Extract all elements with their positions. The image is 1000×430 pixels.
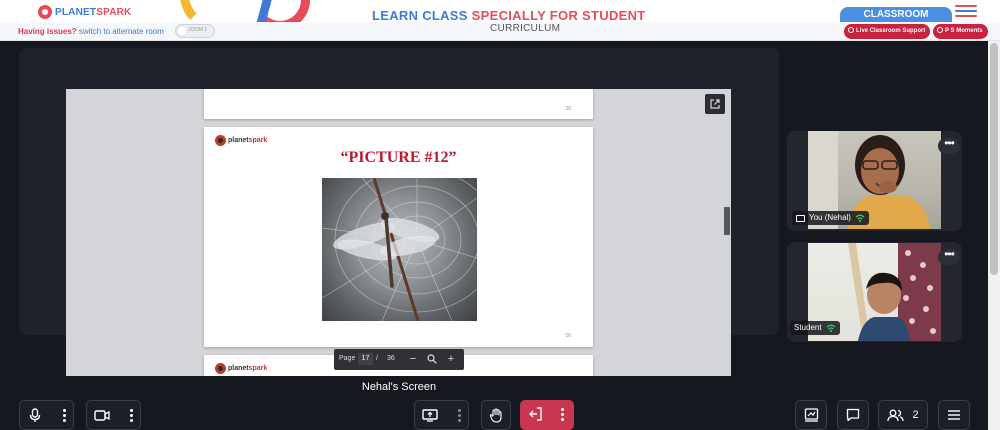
menu-icon[interactable]: [939, 401, 969, 429]
pager-label: Page: [339, 355, 356, 362]
picture-title: “PICTURE #12”: [340, 149, 457, 166]
screen-share-control: [414, 400, 469, 430]
pager-total: 36: [387, 355, 395, 362]
planetspark-logo-icon: [215, 363, 226, 374]
page-number: 16: [565, 333, 571, 339]
decorative-arc: [180, 0, 250, 22]
document-page-previous: 15: [204, 89, 593, 119]
page-logo-left: planet: [228, 137, 249, 144]
chat-control: [837, 400, 869, 430]
logo-text-left: PLANET: [55, 6, 97, 18]
participants-control: 2: [878, 400, 928, 430]
issues-question: Having issues?: [18, 27, 77, 36]
logo-text-right: SPARK: [96, 6, 132, 18]
document-viewer[interactable]: 15 planetspark “PICTURE #12” 16 planetsp…: [66, 89, 731, 376]
screen-share-icon: [796, 214, 805, 222]
microphone-icon[interactable]: [20, 401, 50, 429]
people-icon: [887, 409, 905, 421]
page-logo: planetspark: [215, 363, 267, 374]
live-classroom-support-button[interactable]: Live Classroom Support: [844, 24, 931, 39]
page-logo-right: spark: [248, 137, 268, 144]
scrollbar-thumb[interactable]: [990, 43, 998, 275]
support-icon: [848, 27, 854, 33]
dragonfly-photo: [322, 178, 477, 321]
wifi-icon: [826, 324, 835, 332]
sub-header: Having issues? switch to alternate room …: [0, 22, 1000, 41]
share-options-button[interactable]: [449, 401, 469, 429]
chat-icon[interactable]: [838, 401, 868, 429]
room-toggle[interactable]: ZOOM 1: [175, 24, 215, 38]
curriculum-label: CURRICULUM: [490, 23, 561, 34]
whiteboard-icon[interactable]: [796, 401, 826, 429]
moments-icon: [937, 27, 943, 33]
zoom-icon[interactable]: [425, 352, 439, 366]
camera-icon[interactable]: [87, 401, 117, 429]
page-logo: planetspark: [215, 135, 267, 146]
page-number-input[interactable]: 17: [358, 353, 373, 365]
page-navigator: Page 17 / 36 − +: [334, 349, 464, 370]
page-number: 15: [565, 106, 571, 112]
wifi-icon: [855, 214, 865, 222]
raise-hand-icon[interactable]: [482, 401, 510, 429]
toggle-knob: [177, 26, 187, 36]
issues-notice: Having issues? switch to alternate room: [18, 27, 164, 36]
page-logo-right: spark: [248, 365, 268, 372]
more-vertical-icon: [560, 407, 564, 421]
top-header: PLANETSPARK LEARN CLASS SPECIALLY FOR ST…: [0, 0, 1000, 22]
camera-options-button[interactable]: [121, 401, 141, 429]
logo-icon: [38, 5, 52, 19]
more-options-icon[interactable]: •••: [938, 137, 960, 154]
participant-name: Student: [794, 323, 822, 332]
screen-share-label: Nehal's Screen: [361, 381, 437, 393]
zoom-in-button[interactable]: +: [444, 352, 458, 366]
hamburger-icon[interactable]: [955, 5, 977, 19]
whiteboard-control: [795, 400, 827, 430]
planetspark-logo[interactable]: PLANETSPARK: [38, 5, 131, 19]
microphone-control: [19, 400, 74, 430]
screen-share-icon[interactable]: [415, 401, 445, 429]
participant-count: 2: [912, 409, 919, 421]
participant-name: You (Nehal): [809, 213, 851, 222]
leave-control: [520, 400, 574, 430]
ps-moments-label: P S Moments: [945, 28, 983, 34]
leave-icon[interactable]: [520, 400, 550, 428]
toggle-text: ZOOM 1: [188, 27, 208, 33]
switch-room-link[interactable]: switch to alternate room: [79, 27, 164, 36]
microphone-options-button[interactable]: [54, 401, 74, 429]
classroom-button[interactable]: CLASSROOM: [840, 7, 952, 22]
headline-red: SPECIALLY FOR STUDENT: [471, 8, 646, 22]
leave-options-button[interactable]: [552, 400, 572, 428]
menu-control: [938, 400, 970, 430]
participant-name-tag: You (Nehal): [792, 211, 869, 225]
raise-hand-control: [481, 400, 511, 430]
participant-name-tag: Student: [790, 321, 840, 335]
page-logo-left: planet: [228, 365, 249, 372]
external-link-icon[interactable]: [705, 94, 725, 114]
ps-moments-button[interactable]: P S Moments: [933, 24, 988, 39]
planetspark-logo-icon: [215, 135, 226, 146]
page-scrollbar[interactable]: [988, 41, 1000, 430]
document-page-current: planetspark “PICTURE #12” 16: [204, 127, 593, 347]
pager-separator: /: [376, 355, 378, 362]
zoom-out-button[interactable]: −: [406, 352, 420, 366]
more-vertical-icon: [129, 408, 133, 422]
more-vertical-icon: [62, 408, 66, 422]
participants-button[interactable]: 2: [879, 401, 927, 429]
more-vertical-icon: [457, 408, 461, 422]
headline-blue: LEARN CLASS: [372, 8, 472, 22]
document-scrollbar[interactable]: [724, 207, 730, 235]
more-options-icon[interactable]: •••: [938, 248, 960, 265]
camera-control: [86, 400, 141, 430]
page-headline: LEARN CLASS SPECIALLY FOR STUDENT: [372, 8, 646, 22]
live-support-label: Live Classroom Support: [856, 28, 926, 34]
